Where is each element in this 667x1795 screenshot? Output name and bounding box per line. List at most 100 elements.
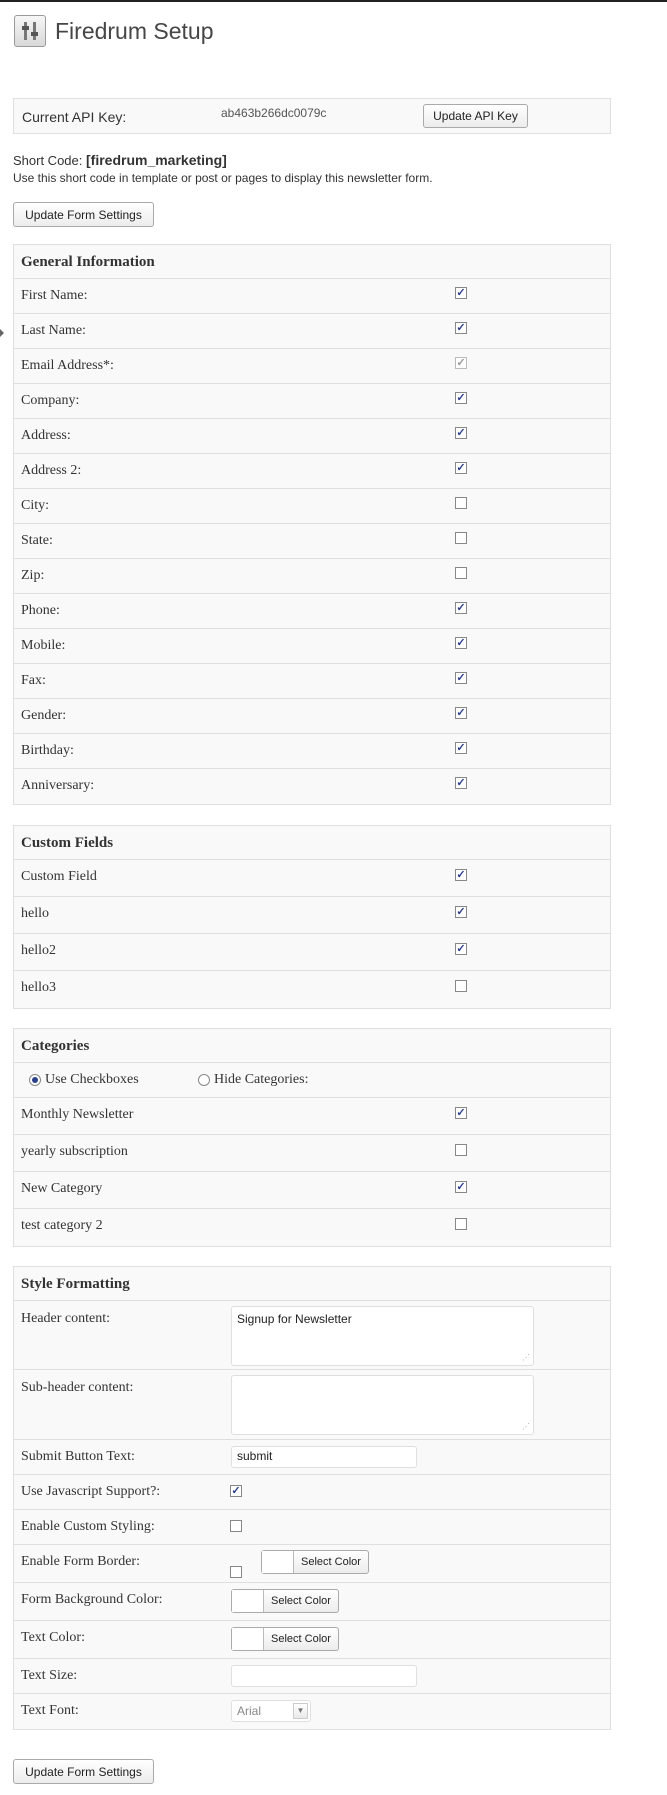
- submit-button-text-row: Submit Button Text: submit: [14, 1440, 610, 1475]
- section-title: Custom Fields: [14, 826, 610, 860]
- general-field-checkbox[interactable]: ✓: [455, 462, 467, 474]
- chevron-down-icon: ▼: [293, 1703, 308, 1719]
- general-field-checkbox[interactable]: ✓: [455, 777, 467, 789]
- category-row: test category 2: [14, 1209, 610, 1246]
- categories-section: Categories Use Checkboxes Hide Categorie…: [13, 1028, 611, 1247]
- top-border: [0, 0, 667, 2]
- general-field-checkbox[interactable]: ✓: [455, 637, 467, 649]
- section-title: Style Formatting: [14, 1267, 610, 1301]
- text-font-row: Text Font: Arial ▼: [14, 1694, 610, 1729]
- custom-field-checkbox[interactable]: ✓: [455, 906, 467, 918]
- select-color-label: Select Color: [301, 1556, 361, 1568]
- general-field-label: Address 2:: [21, 463, 82, 478]
- general-field-label: Gender:: [21, 708, 67, 723]
- category-checkbox[interactable]: ✓: [455, 1107, 467, 1119]
- custom-styling-row: Enable Custom Styling:: [14, 1510, 610, 1545]
- header-content-textarea[interactable]: Signup for Newsletter ⋰: [231, 1306, 534, 1366]
- subheader-content-textarea[interactable]: ⋰: [231, 1375, 534, 1435]
- category-checkbox[interactable]: [455, 1218, 467, 1230]
- resize-grip-icon[interactable]: ⋰: [522, 1423, 530, 1431]
- text-font-select[interactable]: Arial ▼: [231, 1700, 311, 1722]
- hide-categories-label: Hide Categories:: [214, 1072, 309, 1087]
- form-background-row: Form Background Color: Select Color: [14, 1583, 610, 1621]
- text-color-row: Text Color: Select Color: [14, 1621, 610, 1659]
- general-field-checkbox[interactable]: ✓: [455, 602, 467, 614]
- text-size-label: Text Size:: [21, 1668, 78, 1683]
- use-checkboxes-radio[interactable]: [29, 1074, 41, 1086]
- general-field-checkbox[interactable]: [455, 532, 467, 544]
- custom-styling-checkbox[interactable]: [230, 1520, 242, 1532]
- general-field-label: Anniversary:: [21, 778, 95, 793]
- general-field-label: Birthday:: [21, 743, 74, 758]
- custom-field-label: hello: [21, 906, 49, 921]
- custom-field-label: Custom Field: [21, 869, 97, 884]
- page-title: Firedrum Setup: [55, 17, 214, 44]
- select-color-label: Select Color: [271, 1633, 331, 1645]
- subheader-content-label: Sub-header content:: [21, 1380, 134, 1395]
- category-label: Monthly Newsletter: [21, 1107, 134, 1122]
- custom-field-checkbox[interactable]: ✓: [455, 943, 467, 955]
- category-label: test category 2: [21, 1218, 103, 1233]
- general-field-row: Last Name: ✓: [14, 314, 610, 349]
- general-field-checkbox[interactable]: ✓: [455, 322, 467, 334]
- resize-grip-icon[interactable]: ⋰: [522, 1354, 530, 1362]
- custom-fields-section: Custom Fields Custom Field ✓ hello ✓ hello2 ✓…: [13, 825, 611, 1009]
- shortcode-prefix: Short Code:: [13, 153, 83, 168]
- general-field-label: Company:: [21, 393, 80, 408]
- general-field-row: Address 2: ✓: [14, 454, 610, 489]
- update-form-settings-button-bottom[interactable]: Update Form Settings: [13, 1759, 154, 1784]
- custom-field-checkbox[interactable]: [455, 980, 467, 992]
- text-size-row: Text Size:: [14, 1659, 610, 1694]
- general-field-checkbox[interactable]: ✓: [455, 707, 467, 719]
- category-checkbox[interactable]: ✓: [455, 1181, 467, 1193]
- text-size-input[interactable]: [231, 1665, 417, 1687]
- javascript-support-label: Use Javascript Support?:: [21, 1484, 161, 1499]
- general-field-checkbox[interactable]: ✓: [455, 427, 467, 439]
- update-api-key-button[interactable]: Update API Key: [423, 104, 528, 128]
- update-form-settings-button-top[interactable]: Update Form Settings: [13, 202, 154, 227]
- javascript-support-row: Use Javascript Support?: ✓: [14, 1475, 610, 1510]
- general-field-label: Last Name:: [21, 323, 86, 338]
- general-field-label: First Name:: [21, 288, 88, 303]
- general-field-row: City:: [14, 489, 610, 524]
- general-field-row: State:: [14, 524, 610, 559]
- general-field-row: Anniversary: ✓: [14, 769, 610, 804]
- category-row: New Category ✓: [14, 1172, 610, 1209]
- general-field-checkbox[interactable]: ✓: [455, 287, 467, 299]
- form-border-color-picker[interactable]: Select Color: [261, 1550, 369, 1574]
- subheader-content-row: Sub-header content: ⋰: [14, 1370, 610, 1440]
- custom-field-label: hello2: [21, 943, 56, 958]
- general-field-checkbox[interactable]: ✓: [455, 392, 467, 404]
- text-color-picker[interactable]: Select Color: [231, 1627, 339, 1651]
- page-header: Firedrum Setup: [14, 14, 214, 48]
- hide-categories-radio[interactable]: [198, 1074, 210, 1086]
- general-field-row: Gender: ✓: [14, 699, 610, 734]
- form-background-color-picker[interactable]: Select Color: [231, 1589, 339, 1613]
- general-field-checkbox[interactable]: ✓: [455, 742, 467, 754]
- general-field-checkbox[interactable]: ✓: [455, 672, 467, 684]
- javascript-support-checkbox[interactable]: ✓: [230, 1485, 242, 1497]
- general-field-label: Mobile:: [21, 638, 66, 653]
- select-color-label: Select Color: [271, 1595, 331, 1607]
- text-color-label: Text Color:: [21, 1630, 85, 1645]
- submit-button-text-input[interactable]: submit: [231, 1446, 417, 1468]
- general-field-checkbox[interactable]: [455, 497, 467, 509]
- category-row: Monthly Newsletter ✓: [14, 1098, 610, 1135]
- form-border-checkbox[interactable]: [230, 1566, 242, 1578]
- custom-field-row: Custom Field ✓: [14, 860, 610, 897]
- general-field-row: Mobile: ✓: [14, 629, 610, 664]
- general-field-label: Phone:: [21, 603, 60, 618]
- general-field-row: Email Address*: ✓: [14, 349, 610, 384]
- submit-button-text-label: Submit Button Text:: [21, 1449, 135, 1464]
- custom-field-checkbox[interactable]: ✓: [455, 869, 467, 881]
- general-field-row: Birthday: ✓: [14, 734, 610, 769]
- general-field-row: First Name: ✓: [14, 279, 610, 314]
- custom-field-row: hello3: [14, 971, 610, 1008]
- general-field-checkbox[interactable]: [455, 567, 467, 579]
- category-checkbox[interactable]: [455, 1144, 467, 1156]
- general-field-label: City:: [21, 498, 50, 513]
- general-field-label: Fax:: [21, 673, 46, 688]
- style-formatting-section: Style Formatting Header content: Signup …: [13, 1266, 611, 1730]
- category-row: yearly subscription: [14, 1135, 610, 1172]
- custom-styling-label: Enable Custom Styling:: [21, 1519, 155, 1534]
